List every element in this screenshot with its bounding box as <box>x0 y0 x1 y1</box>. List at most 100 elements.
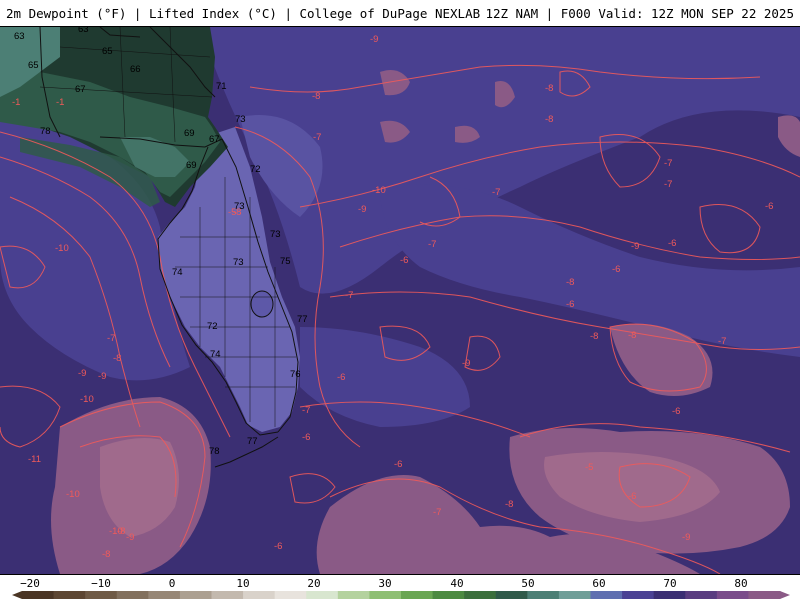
dewpoint-label: 67 <box>209 134 220 145</box>
colorbar-swatch <box>274 591 307 599</box>
lifted-index-label: -7 <box>718 336 726 347</box>
dewpoint-label: 78 <box>40 126 51 137</box>
lifted-index-label: -8 <box>233 207 241 218</box>
lifted-index-label: -7 <box>345 290 353 301</box>
colorbar-swatch <box>401 591 434 599</box>
product-title: 2m Dewpoint (°F) | Lifted Index (°C) | C… <box>6 6 481 21</box>
colorbar-tick-label: 60 <box>592 577 606 590</box>
lifted-index-label: -7 <box>107 333 115 344</box>
dewpoint-label: 66 <box>130 64 141 75</box>
lifted-index-label: -9 <box>631 241 639 252</box>
lifted-index-label: -9 <box>126 532 134 543</box>
lifted-index-label: -7 <box>492 187 500 198</box>
colorbar-tick-label: 50 <box>521 577 535 590</box>
colorbar-swatch <box>590 591 623 599</box>
colorbar-swatch <box>432 591 465 599</box>
colorbar-tick-label: 40 <box>450 577 464 590</box>
colorbar-strip <box>12 591 790 599</box>
valid-time-label: 12Z NAM | F000 Valid: 12Z MON SEP 22 202… <box>485 6 794 21</box>
colorbar-right-arrow <box>780 591 790 599</box>
lifted-index-label: -11 <box>28 454 41 465</box>
lifted-index-label: -9 <box>462 358 470 369</box>
lifted-index-label: -1 <box>56 97 64 108</box>
lifted-index-label: -8 <box>505 499 513 510</box>
lifted-index-label: -6 <box>302 432 310 443</box>
colorbar-swatch <box>53 591 86 599</box>
dewpoint-label: 69 <box>186 160 197 171</box>
colorbar-swatch <box>464 591 497 599</box>
lifted-index-label: -6 <box>274 541 282 552</box>
dewpoint-label: 74 <box>172 267 183 278</box>
lifted-index-label: -6 <box>400 255 408 266</box>
lifted-index-label: -8 <box>545 83 553 94</box>
dewpoint-label: 71 <box>216 81 227 92</box>
dewpoint-label: 69 <box>184 128 195 139</box>
dewpoint-label: 77 <box>247 436 258 447</box>
colorbar-swatch <box>748 591 781 599</box>
title-bar: 2m Dewpoint (°F) | Lifted Index (°C) | C… <box>0 0 800 27</box>
lifted-index-label: -6 <box>672 406 680 417</box>
colorbar-swatch <box>148 591 181 599</box>
colorbar-swatch <box>653 591 686 599</box>
dewpoint-label: 73 <box>233 257 244 268</box>
colorbar-swatch <box>211 591 244 599</box>
colorbar-swatch <box>337 591 370 599</box>
colorbar-swatch <box>179 591 212 599</box>
dewpoint-colorbar: −20 −10 0 10 20 30 40 50 60 70 80 <box>0 574 800 600</box>
dewpoint-label: 63 <box>78 27 89 35</box>
colorbar-swatch <box>622 591 655 599</box>
dewpoint-label: 65 <box>102 46 113 57</box>
lifted-index-label: -6 <box>765 201 773 212</box>
lifted-index-label: -6 <box>612 264 620 275</box>
lifted-index-label: -8 <box>628 330 636 341</box>
dewpoint-label: 72 <box>207 321 218 332</box>
dewpoint-label: 72 <box>250 164 261 175</box>
colorbar-swatch <box>685 591 718 599</box>
lifted-index-label: -7 <box>433 507 441 518</box>
colorbar-swatch <box>116 591 149 599</box>
colorbar-tick-label: 20 <box>307 577 321 590</box>
lifted-index-label: -6 <box>337 372 345 383</box>
lifted-index-label: -7 <box>302 405 310 416</box>
lifted-index-label: -9 <box>78 368 86 379</box>
lifted-index-label: -9 <box>682 532 690 543</box>
colorbar-swatch <box>558 591 591 599</box>
colorbar-left-arrow <box>12 591 22 599</box>
dewpoint-label: 75 <box>280 256 291 267</box>
lifted-index-label: -8 <box>113 353 121 364</box>
dewpoint-label: 78 <box>209 446 220 457</box>
lifted-index-label: -6 <box>566 299 574 310</box>
dewpoint-label: 63 <box>14 31 25 42</box>
lifted-index-label: -10 <box>372 185 386 196</box>
colorbar-swatch <box>22 591 55 599</box>
weather-map: 63636565 6667676969717372737373 7574727477… <box>0 27 800 574</box>
lifted-index-label: -8 <box>312 91 320 102</box>
lifted-index-label: -7 <box>428 239 436 250</box>
lifted-index-label: -10 <box>80 394 94 405</box>
lifted-index-label: -8 <box>545 114 553 125</box>
dewpoint-label: 73 <box>235 114 246 125</box>
colorbar-tick-label: 0 <box>168 577 176 590</box>
lifted-index-label: -7 <box>313 132 321 143</box>
lifted-index-label: -7 <box>664 158 672 169</box>
lifted-index-label: -8 <box>117 526 125 537</box>
lifted-index-label: -6 <box>628 491 636 502</box>
colorbar-swatch <box>306 591 339 599</box>
dewpoint-label: 74 <box>210 349 221 360</box>
lifted-index-label: -8 <box>102 549 110 560</box>
lifted-index-label: -5 <box>585 462 593 473</box>
colorbar-swatch <box>243 591 276 599</box>
lifted-index-label: -10 <box>66 489 80 500</box>
lifted-index-label: -6 <box>394 459 402 470</box>
map-viewer: 2m Dewpoint (°F) | Lifted Index (°C) | C… <box>0 0 800 600</box>
dewpoint-label: 73 <box>270 229 281 240</box>
lifted-index-label: -6 <box>668 238 676 249</box>
dewpoint-label: 77 <box>297 314 308 325</box>
lifted-index-label: -7 <box>664 179 672 190</box>
lifted-index-label: -9 <box>98 371 106 382</box>
colorbar-tick-label: 30 <box>378 577 392 590</box>
lifted-index-label: -8 <box>590 331 598 342</box>
lifted-index-label: -8 <box>566 277 574 288</box>
lifted-index-label: -9 <box>358 204 366 215</box>
colorbar-tick-label: −10 <box>91 577 111 590</box>
